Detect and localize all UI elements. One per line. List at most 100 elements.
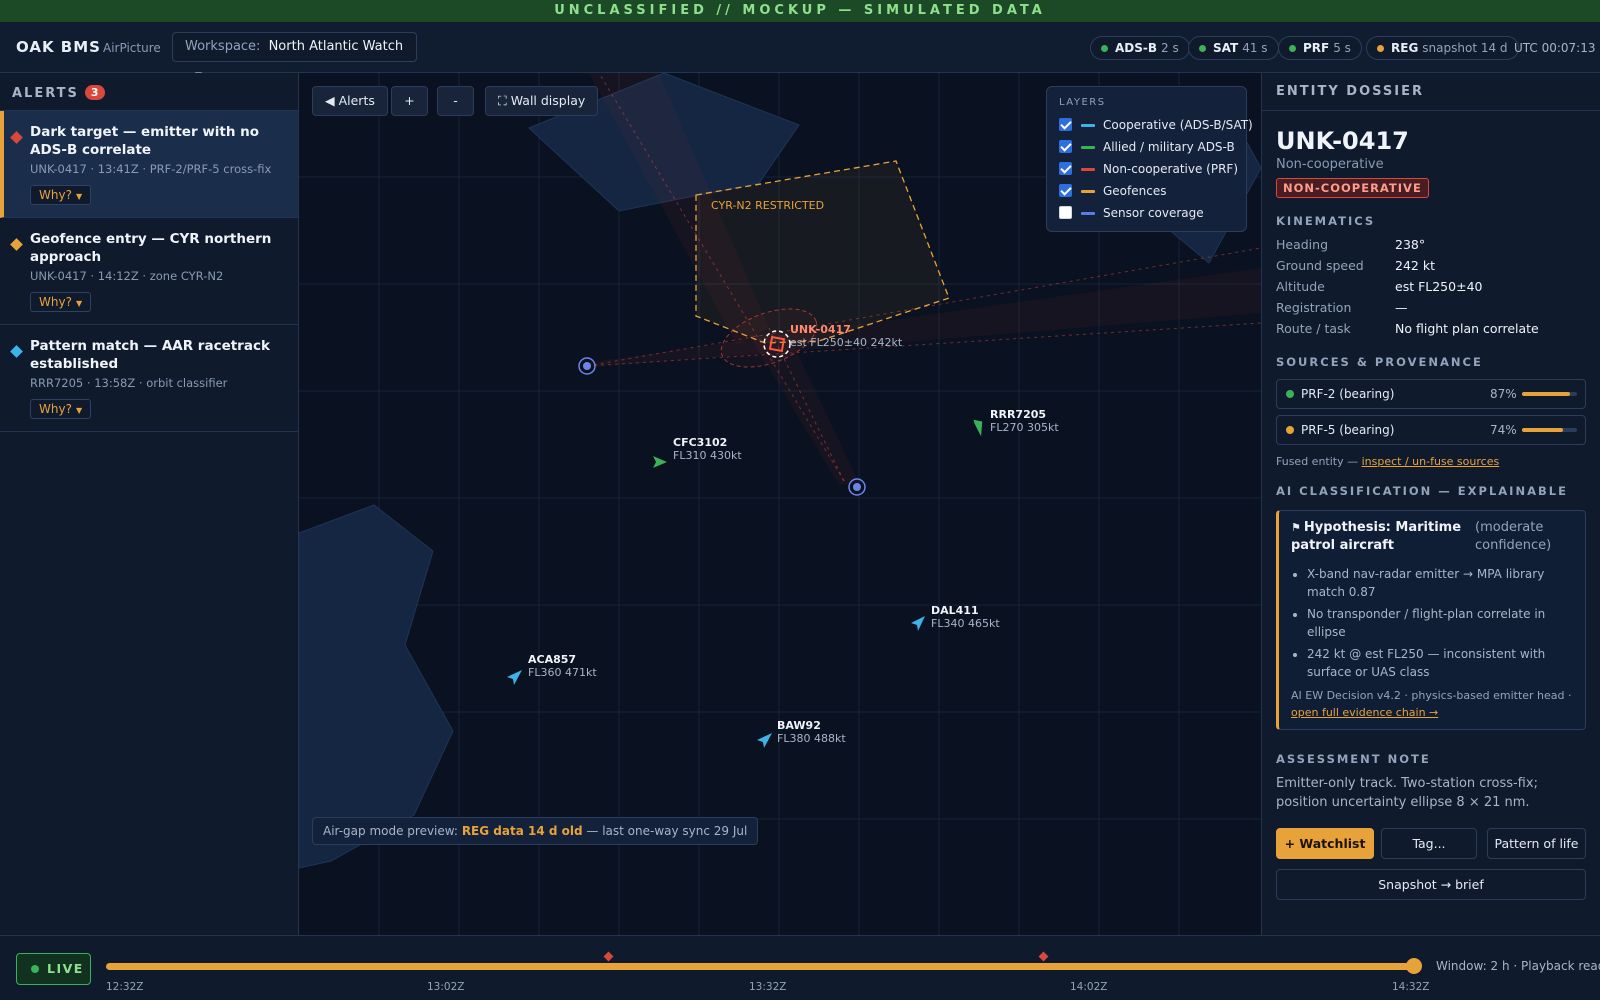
status-badge: NON-COOPERATIVE: [1276, 178, 1429, 198]
layer-cooperative[interactable]: Cooperative (ADS-B/SAT): [1059, 114, 1253, 136]
layer-swatch: [1081, 146, 1095, 149]
hypothesis-text: Hypothesis: Maritime patrol aircraft: [1291, 520, 1462, 553]
airgap-notice: Air-gap mode preview: REG data 14 d old …: [312, 817, 759, 845]
track-baw92-icon[interactable]: [757, 733, 772, 748]
snapshot-brief-button[interactable]: Snapshot → brief: [1276, 869, 1586, 900]
track-label-cfc3102[interactable]: CFC3102 FL310 430kt: [673, 436, 742, 462]
watchlist-button[interactable]: + Watchlist: [1276, 828, 1374, 859]
alerts-header: ALERTS 3: [0, 73, 298, 111]
confidence-bar: [1522, 392, 1577, 396]
alert-item[interactable]: Pattern match — AAR racetrack establishe…: [0, 325, 298, 432]
ai-model-note: AI EW Decision v4.2 · physics-based emit…: [1291, 689, 1572, 719]
layer-geofences[interactable]: Geofences: [1059, 180, 1234, 202]
layer-swatch: [1081, 190, 1095, 193]
why-button[interactable]: Why? ▼: [30, 292, 92, 312]
status-dot-icon: [1101, 45, 1108, 52]
source-prf-2[interactable]: PRF-2 (bearing) 87%: [1276, 379, 1586, 409]
why-button[interactable]: Why? ▼: [30, 399, 92, 419]
layer-swatch: [1081, 124, 1095, 127]
alerts-count-badge: 3: [84, 85, 105, 100]
map-view[interactable]: ◀ Alerts + - ⛶ Wall display CYR-N2 RESTR…: [299, 73, 1261, 935]
alert-title: Pattern match — AAR racetrack establishe…: [30, 338, 270, 372]
kinematics-row: Ground speed 242 kt: [1276, 258, 1435, 273]
window-status: Window: 2 h · Playback ready: [1436, 959, 1600, 973]
chevron-down-icon: ▼: [75, 192, 83, 201]
live-dot-icon: [31, 965, 39, 973]
workspace-select[interactable]: Workspace: North Atlantic Watch ▼: [172, 32, 417, 81]
alert-marker-icon[interactable]: [603, 951, 614, 962]
time-tick: 13:32Z: [749, 981, 787, 993]
track-label-rrr7205[interactable]: RRR7205 FL270 305kt: [990, 408, 1059, 434]
checkbox[interactable]: [1059, 206, 1072, 219]
time-tick: 14:02Z: [1070, 981, 1108, 993]
kinematics-row: Heading 238°: [1276, 237, 1426, 252]
chevron-down-icon: ▼: [75, 406, 83, 415]
zoom-out-button[interactable]: -: [437, 86, 474, 116]
track-label-dal411[interactable]: DAL411 FL340 465kt: [931, 604, 1000, 630]
geofence-label: CYR-N2 RESTRICTED: [711, 199, 825, 212]
fused-entity-note: Fused entity — inspect / un-fuse sources: [1276, 455, 1500, 468]
kinematics-row: Route / task No flight plan correlate: [1276, 321, 1539, 336]
confidence-fill: [1522, 392, 1570, 396]
track-cfc3102-icon[interactable]: [653, 456, 667, 468]
time-tick: 14:32Z: [1392, 981, 1430, 993]
evidence-chain-link[interactable]: open full evidence chain →: [1291, 706, 1438, 719]
why-button[interactable]: Why? ▼: [30, 185, 92, 205]
diamond-icon: [10, 345, 23, 358]
feed-status-adsb[interactable]: ADS-B 2 s: [1090, 36, 1190, 60]
track-dal411-icon[interactable]: [911, 616, 925, 631]
alert-marker-icon[interactable]: [1038, 951, 1049, 962]
timeline-bar: LIVE 12:32Z 13:02Z 13:32Z 14:02Z 14:32Z …: [0, 935, 1600, 1000]
source-prf-5[interactable]: PRF-5 (bearing) 74%: [1276, 415, 1586, 445]
layer-swatch: [1081, 212, 1095, 215]
checkbox[interactable]: [1059, 140, 1072, 153]
checkbox[interactable]: [1059, 184, 1072, 197]
checkbox[interactable]: [1059, 162, 1072, 175]
brand-name: OAK BMS: [16, 38, 101, 56]
live-button[interactable]: LIVE: [16, 953, 91, 985]
workspace-label: Workspace:: [185, 39, 261, 54]
tag-button[interactable]: Tag...: [1381, 828, 1477, 859]
track-label-unk-0417[interactable]: UNK-0417 est FL250±40 242kt: [790, 323, 902, 349]
sources-heading: SOURCES & PROVENANCE: [1276, 355, 1483, 369]
alert-meta: UNK-0417 · 13:41Z · PRF-2/PRF-5 cross-fi…: [30, 162, 272, 176]
layer-allied[interactable]: Allied / military ADS-B: [1059, 136, 1235, 158]
time-tick: 12:32Z: [106, 981, 144, 993]
zoom-in-button[interactable]: +: [391, 86, 428, 116]
status-dot-icon: [1199, 45, 1206, 52]
workspace-value: North Atlantic Watch: [268, 39, 404, 54]
status-dot-icon: [1286, 426, 1294, 434]
entity-dossier-panel: ENTITY DOSSIER UNK-0417 Non-cooperative …: [1261, 73, 1600, 935]
alert-title: Geofence entry — CYR northern approach: [30, 231, 272, 265]
entity-id: UNK-0417: [1276, 127, 1409, 155]
track-rrr7205-icon[interactable]: [973, 418, 986, 437]
layer-sensor-coverage[interactable]: Sensor coverage: [1059, 202, 1234, 224]
timeline-scrubber[interactable]: [106, 963, 1416, 970]
alert-item[interactable]: Geofence entry — CYR northern approach U…: [0, 218, 298, 325]
unfuse-link[interactable]: inspect / un-fuse sources: [1362, 455, 1500, 468]
evidence-item: 242 kt @ est FL250 — inconsistent with s…: [1307, 645, 1575, 681]
land-mass: [299, 504, 454, 869]
ai-classification-box: ⚑ Hypothesis: Maritime patrol aircraft (m…: [1276, 510, 1586, 730]
track-label-baw92[interactable]: BAW92 FL380 488kt: [777, 719, 846, 745]
timeline-handle[interactable]: [1406, 958, 1422, 974]
alert-title: Dark target — emitter with no ADS-B corr…: [30, 124, 260, 158]
layers-title: LAYERS: [1059, 97, 1106, 108]
confidence-bar: [1522, 428, 1577, 432]
track-label-aca857[interactable]: ACA857 FL360 471kt: [528, 653, 597, 679]
flag-icon: ⚑: [1291, 521, 1301, 534]
checkbox[interactable]: [1059, 118, 1072, 131]
pattern-of-life-button[interactable]: Pattern of life: [1487, 828, 1586, 859]
dossier-header: ENTITY DOSSIER: [1262, 73, 1600, 111]
feed-status-reg[interactable]: REG snapshot 14 d: [1366, 36, 1519, 60]
feed-status-prf[interactable]: PRF 5 s: [1278, 36, 1362, 60]
track-aca857-icon[interactable]: [507, 670, 522, 685]
alert-item[interactable]: Dark target — emitter with no ADS-B corr…: [0, 111, 298, 218]
alerts-toggle-button[interactable]: ◀ Alerts: [312, 86, 388, 116]
layers-panel: LAYERS Cooperative (ADS-B/SAT) Allied / …: [1046, 86, 1253, 232]
feed-status-sat[interactable]: SAT 41 s: [1188, 36, 1279, 60]
kinematics-row: Registration —: [1276, 300, 1408, 315]
wall-display-button[interactable]: ⛶ Wall display: [485, 86, 599, 116]
layer-non-cooperative[interactable]: Non-cooperative (PRF): [1059, 158, 1238, 180]
brand-subtitle: AirPicture: [103, 41, 161, 55]
